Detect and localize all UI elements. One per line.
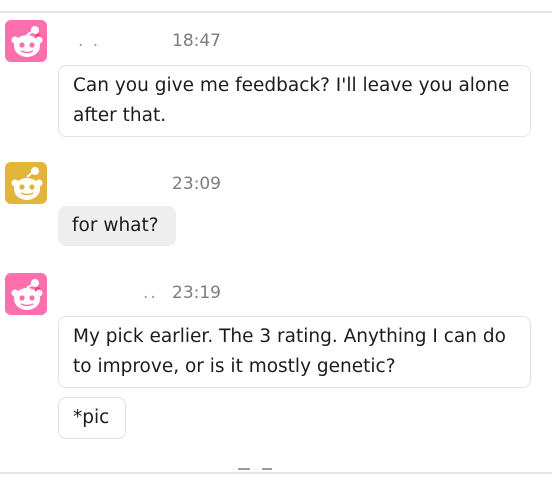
message-bubble: for what?: [58, 206, 176, 246]
chat-thread: . . 18:47 Can you give me feedback? I'll…: [0, 0, 552, 482]
message-timestamp: 23:19: [172, 283, 221, 303]
scroll-indicator: [238, 466, 278, 470]
divider-bottom: [0, 472, 552, 474]
message-bubble: *pic: [58, 397, 126, 439]
message-bubble: Can you give me feedback? I'll leave you…: [58, 65, 531, 137]
message-username[interactable]: . .: [78, 31, 100, 51]
snoo-avatar-icon[interactable]: [5, 20, 47, 62]
message-timestamp: 23:09: [172, 174, 221, 194]
message-timestamp: 18:47: [172, 31, 221, 51]
message-username[interactable]: ..: [143, 283, 158, 303]
snoo-avatar-icon[interactable]: [5, 273, 47, 315]
message-bubble: My pick earlier. The 3 rating. Anything …: [58, 316, 531, 388]
divider-top: [0, 11, 552, 13]
snoo-avatar-icon[interactable]: [5, 162, 47, 204]
